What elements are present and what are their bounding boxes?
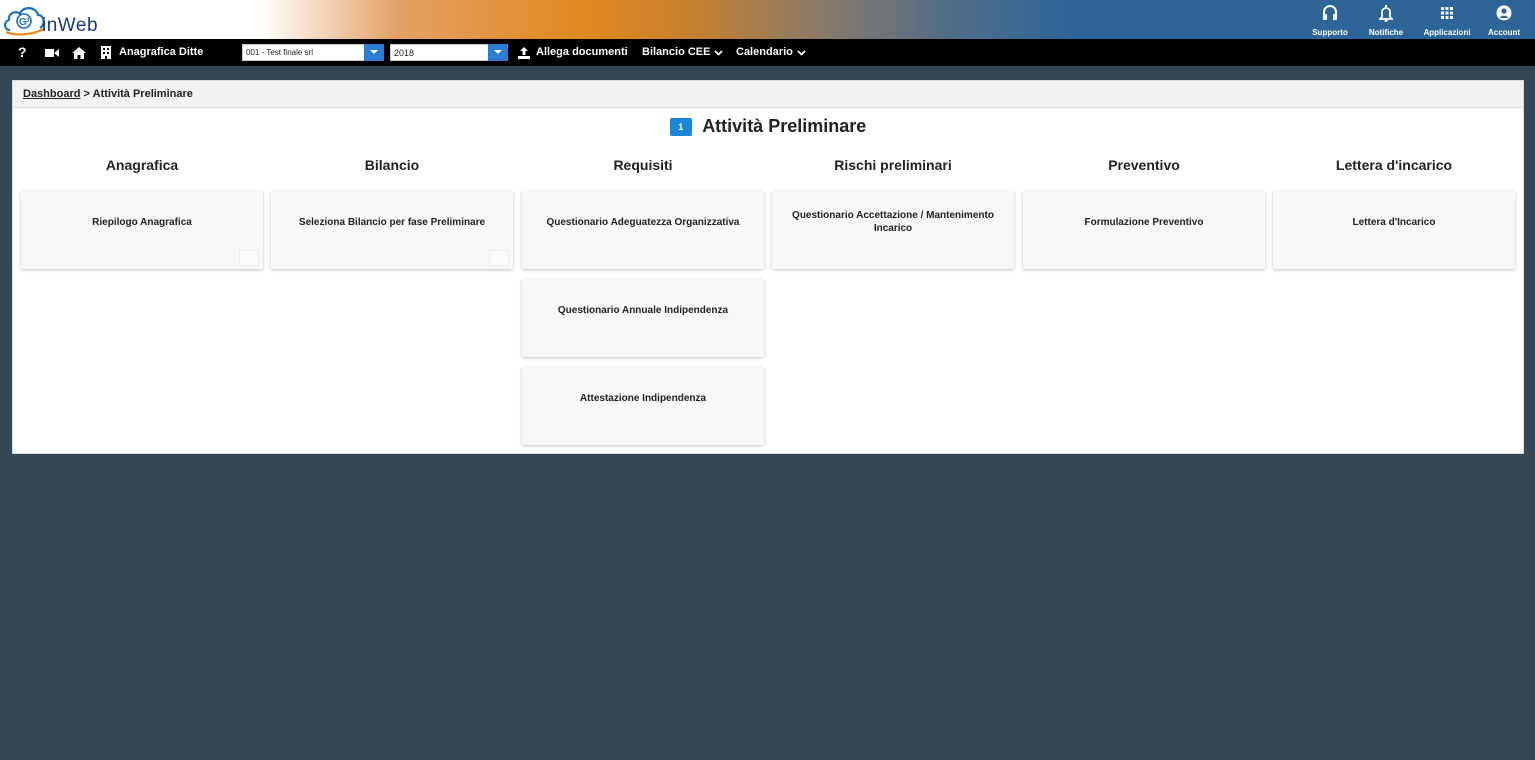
bilancio-cee-label: Bilancio CEE [642, 46, 711, 58]
bilancio-cee-menu[interactable]: Bilancio CEE [642, 39, 724, 66]
company-combo[interactable]: 001 - Test finale srl [242, 44, 384, 61]
card-label: Questionario Adeguatezza Organizzativa [546, 217, 740, 228]
account-label: Account [1488, 28, 1520, 37]
card-label: Formulazione Preventivo [1084, 217, 1204, 228]
support-button[interactable]: Supporto [1306, 3, 1354, 37]
year-value: 2018 [394, 48, 415, 58]
breadcrumb-separator: > [83, 88, 90, 100]
page-title-row: 1 Attività Preliminare [13, 116, 1523, 136]
company-value: 001 - Test finale srl [246, 48, 313, 57]
logo-text: inWeb [42, 15, 99, 36]
breadcrumb-dashboard-link[interactable]: Dashboard [23, 88, 80, 100]
applications-label: Applicazioni [1423, 28, 1471, 37]
card-label: Attestazione Indipendenza [579, 393, 707, 404]
card-label: Lettera d'Incarico [1352, 217, 1436, 228]
calendario-menu[interactable]: Calendario [736, 39, 806, 66]
notifications-button[interactable]: Notifiche [1362, 3, 1410, 37]
company-label: Anagrafica Ditte [119, 46, 204, 58]
card-label: Questionario Accettazione / Mantenimento… [792, 210, 994, 234]
svg-text:3: 3 [26, 18, 30, 24]
card-questionario-adeguatezza[interactable]: Questionario Adeguatezza Organizzativa [522, 191, 764, 269]
card-label: Riepilogo Anagrafica [92, 217, 192, 228]
card-label: Seleziona Bilancio per fase Preliminare [298, 217, 486, 228]
home-icon [72, 46, 86, 59]
attach-documents-button[interactable]: Allega documenti [518, 39, 628, 66]
home-button[interactable] [72, 39, 86, 66]
user-circle-icon [1496, 5, 1512, 21]
building-icon [101, 46, 111, 59]
card-attestazione-indipendenza[interactable]: Attestazione Indipendenza [522, 367, 764, 445]
column-heading-anagrafica: Anagrafica [105, 157, 179, 173]
app-header: G 3 inWeb Supporto Notifiche Applicazion… [0, 0, 1535, 39]
help-button[interactable]: ? [18, 39, 27, 66]
chevron-down-icon [797, 49, 806, 56]
bell-icon [1379, 5, 1393, 22]
upload-icon [518, 46, 530, 59]
card-corner-box [489, 250, 509, 266]
column-heading-preventivo: Preventivo [1108, 157, 1180, 173]
app-logo[interactable]: G 3 inWeb [2, 2, 122, 36]
page-title: Attività Preliminare [702, 116, 867, 136]
applications-button[interactable]: Applicazioni [1421, 3, 1473, 37]
card-seleziona-bilancio[interactable]: Seleziona Bilancio per fase Preliminare [271, 191, 513, 269]
card-formulazione-preventivo[interactable]: Formulazione Preventivo [1023, 191, 1265, 269]
card-corner-box [239, 250, 259, 266]
card-label: Questionario Annuale Indipendenza [557, 305, 729, 316]
main-panel: Dashboard > Attività Preliminare 1 Attiv… [12, 80, 1524, 454]
step-badge: 1 [669, 117, 692, 136]
support-label: Supporto [1312, 28, 1348, 37]
headset-icon [1323, 5, 1337, 20]
breadcrumb-current: Attività Preliminare [92, 88, 193, 100]
company-dropdown-icon[interactable] [364, 44, 384, 61]
year-combo[interactable]: 2018 [390, 44, 508, 61]
card-questionario-accettazione[interactable]: Questionario Accettazione / Mantenimento… [772, 191, 1014, 269]
notifications-label: Notifiche [1368, 28, 1404, 37]
column-heading-lettera: Lettera d'incarico [1335, 157, 1453, 173]
column-heading-bilancio: Bilancio [364, 157, 420, 173]
cloud-logo-icon: G 3 [3, 7, 45, 36]
card-lettera-incarico[interactable]: Lettera d'Incarico [1273, 191, 1515, 269]
card-riepilogo-anagrafica[interactable]: Riepilogo Anagrafica [21, 191, 263, 269]
account-button[interactable]: Account [1484, 3, 1524, 37]
company-selector: Anagrafica Ditte [100, 39, 203, 66]
attach-documents-label: Allega documenti [536, 46, 628, 58]
calendario-label: Calendario [736, 46, 793, 58]
column-heading-requisiti: Requisiti [613, 157, 673, 173]
video-camera-icon [45, 48, 59, 57]
video-button[interactable] [45, 39, 59, 66]
breadcrumb: Dashboard > Attività Preliminare [13, 81, 1523, 108]
main-toolbar: ? Anagrafica Ditte 001 - Test finale srl… [0, 39, 1535, 66]
card-questionario-indipendenza[interactable]: Questionario Annuale Indipendenza [522, 279, 764, 357]
column-heading-rischi: Rischi preliminari [834, 157, 952, 173]
grid-icon [1441, 7, 1453, 19]
question-icon: ? [18, 44, 27, 60]
year-dropdown-icon[interactable] [488, 44, 508, 61]
chevron-down-icon [714, 49, 724, 56]
